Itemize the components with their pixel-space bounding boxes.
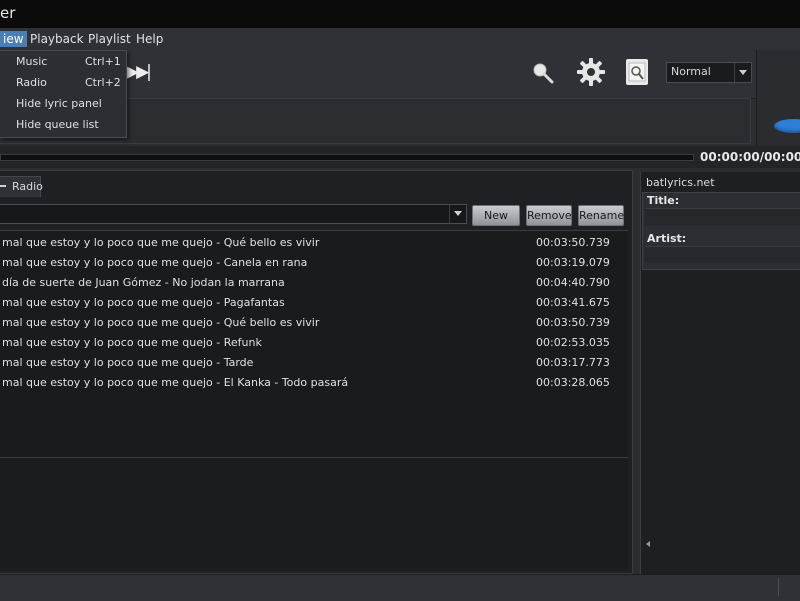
menu-help[interactable]: Help xyxy=(133,31,166,47)
gear-icon[interactable] xyxy=(576,57,606,87)
track-title: mal que estoy y lo poco que me quejo - R… xyxy=(2,336,262,349)
view-dropdown-menu: Music Ctrl+1 Radio Ctrl+2 Hide lyric pan… xyxy=(0,50,127,138)
tab-radio-label: Radio xyxy=(12,180,43,193)
track-title: mal que estoy y lo poco que me quejo - Q… xyxy=(2,236,320,249)
track-title: mal que estoy y lo poco que me quejo - E… xyxy=(2,376,349,389)
title-field[interactable] xyxy=(645,208,800,225)
track-row[interactable]: mal que estoy y lo poco que me quejo - E… xyxy=(0,374,628,392)
track-title: mal que estoy y lo poco que me quejo - T… xyxy=(2,356,254,369)
radio-icon xyxy=(0,185,6,187)
track-row[interactable]: mal que estoy y lo poco que me quejo - C… xyxy=(0,254,628,272)
menu-item-music[interactable]: Music xyxy=(16,55,47,68)
menu-view[interactable]: iew xyxy=(0,31,27,47)
chevron-down-icon[interactable] xyxy=(449,205,466,223)
menu-item-hide-queue-list[interactable]: Hide queue list xyxy=(16,118,99,131)
skip-next-icon[interactable]: ▶▶| xyxy=(126,62,152,82)
playlist-select[interactable] xyxy=(0,204,467,224)
window-title: er xyxy=(0,4,16,22)
title-bar: er xyxy=(0,0,800,28)
track-title: mal que estoy y lo poco que me quejo - Q… xyxy=(2,316,320,329)
track-duration: 00:03:17.773 xyxy=(536,356,610,369)
status-bar xyxy=(0,574,800,601)
menu-item-hide-lyric-panel[interactable]: Hide lyric panel xyxy=(16,97,102,110)
lyrics-search-icon[interactable] xyxy=(626,59,648,85)
track-duration: 00:03:28.065 xyxy=(536,376,610,389)
track-duration: 00:03:50.739 xyxy=(536,316,610,329)
shortcut-radio: Ctrl+2 xyxy=(85,76,121,89)
chevron-down-icon[interactable] xyxy=(734,63,751,82)
rename-playlist-button[interactable]: Rename xyxy=(578,205,624,226)
track-duration: 00:04:40.790 xyxy=(536,276,610,289)
track-duration: 00:02:53.035 xyxy=(536,336,610,349)
track-row[interactable]: mal que estoy y lo poco que me quejo - R… xyxy=(0,334,628,352)
track-title: mal que estoy y lo poco que me quejo - P… xyxy=(2,296,285,309)
lyrics-scrollbar[interactable] xyxy=(642,538,800,552)
track-duration: 00:03:41.675 xyxy=(536,296,610,309)
seek-slider[interactable] xyxy=(0,154,694,161)
menu-playback[interactable]: Playback xyxy=(27,31,87,47)
remove-playlist-button[interactable]: Remove xyxy=(526,205,572,226)
track-title: día de suerte de Juan Gómez - No jodan l… xyxy=(2,276,285,289)
menu-playlist[interactable]: Playlist xyxy=(85,31,134,47)
status-separator xyxy=(778,578,779,596)
lyrics-source: batlyrics.net xyxy=(646,176,715,189)
scroll-left-icon[interactable] xyxy=(646,541,650,547)
play-mode-select[interactable]: Normal xyxy=(666,62,752,83)
track-row[interactable]: día de suerte de Juan Gómez - No jodan l… xyxy=(0,274,628,292)
track-list: mal que estoy y lo poco que me quejo - Q… xyxy=(0,230,628,458)
menu-item-radio[interactable]: Radio xyxy=(16,76,47,89)
track-row[interactable]: mal que estoy y lo poco que me quejo - Q… xyxy=(0,234,628,252)
new-playlist-button[interactable]: New xyxy=(472,205,520,226)
track-row[interactable]: mal que estoy y lo poco que me quejo - Q… xyxy=(0,314,628,332)
play-mode-value: Normal xyxy=(671,65,711,78)
search-icon[interactable] xyxy=(530,60,556,86)
track-row[interactable]: mal que estoy y lo poco que me quejo - T… xyxy=(0,354,628,372)
shortcut-music: Ctrl+1 xyxy=(85,55,121,68)
track-duration: 00:03:19.079 xyxy=(536,256,610,269)
tab-radio[interactable]: Radio xyxy=(0,176,43,197)
artist-field[interactable] xyxy=(645,246,800,263)
track-duration: 00:03:50.739 xyxy=(536,236,610,249)
artist-label: Artist: xyxy=(647,232,687,245)
queue-list[interactable] xyxy=(0,458,628,570)
title-label: Title: xyxy=(647,194,680,207)
time-display: 00:00:00/00:00: xyxy=(700,150,800,164)
track-title: mal que estoy y lo poco que me quejo - C… xyxy=(2,256,308,269)
menu-bar: iew Playback Playlist Help xyxy=(0,28,800,51)
track-row[interactable]: mal que estoy y lo poco que me quejo - P… xyxy=(0,294,628,312)
